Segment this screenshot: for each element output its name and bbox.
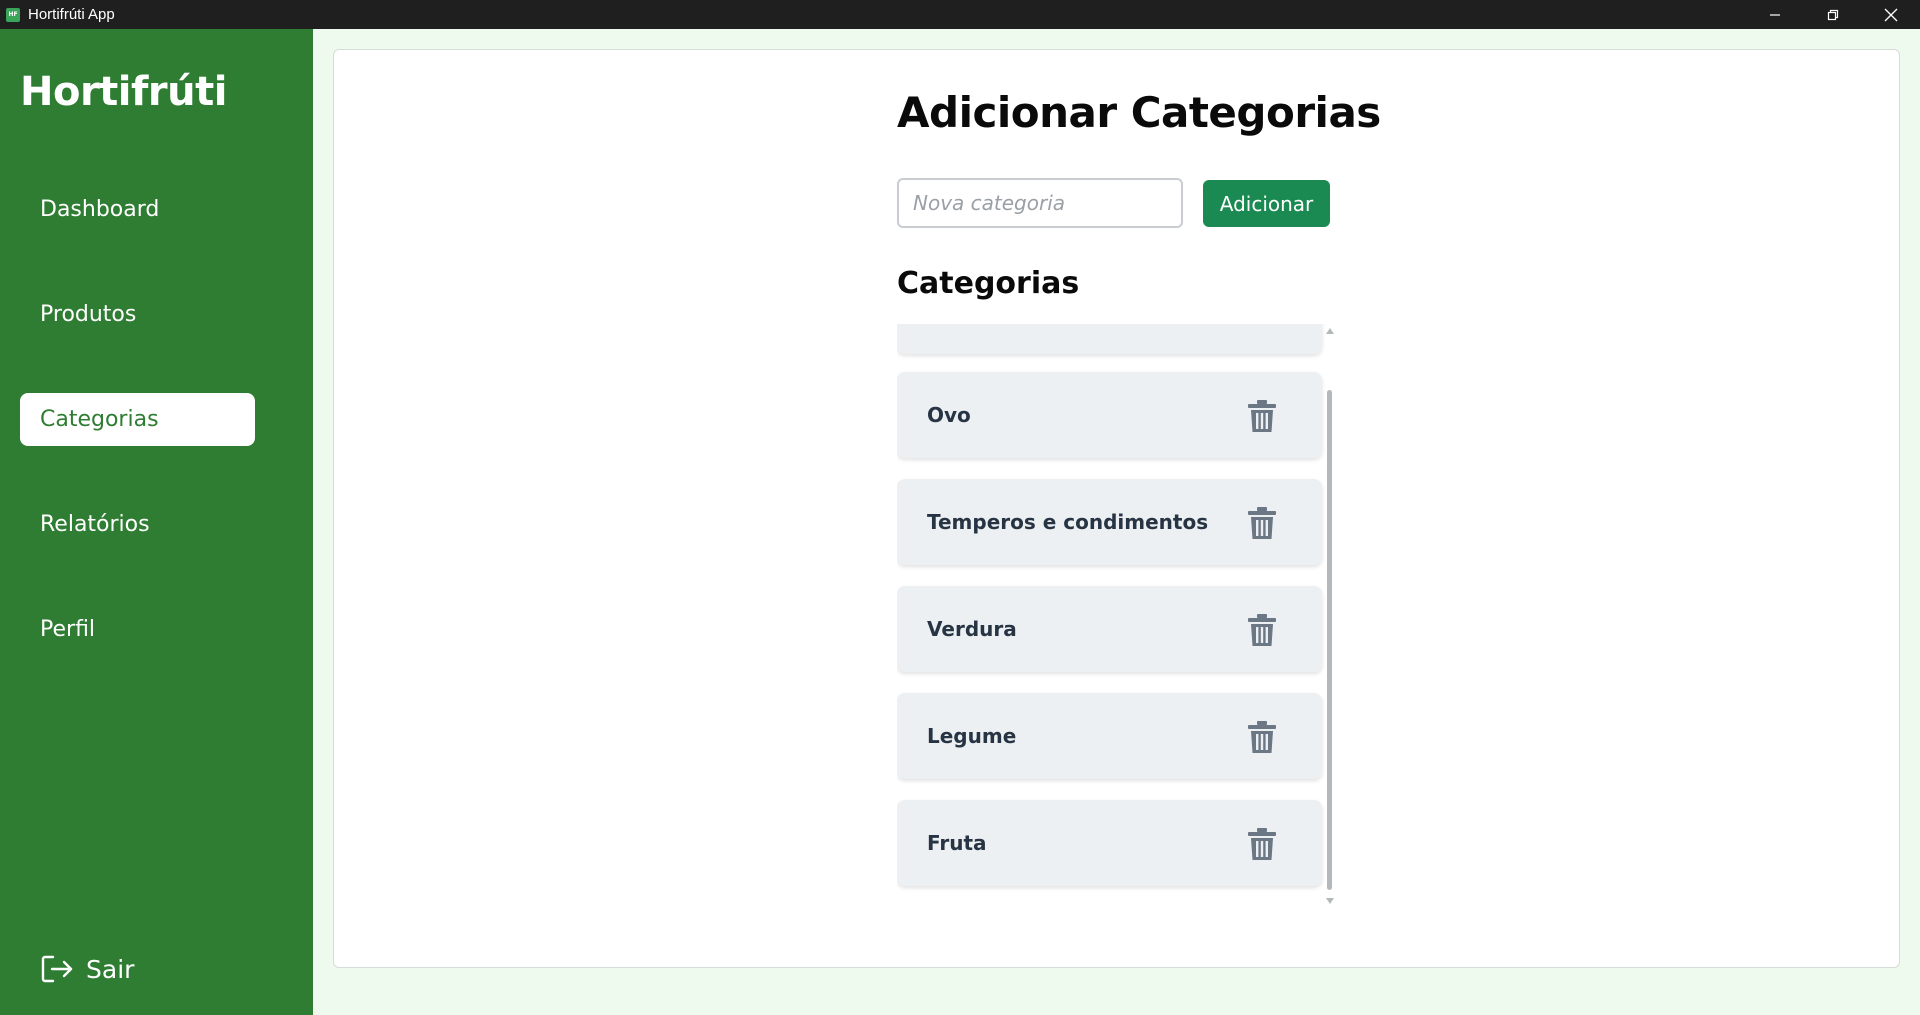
new-category-input[interactable] xyxy=(897,178,1183,228)
trash-icon[interactable] xyxy=(1248,614,1276,646)
add-category-button[interactable]: Adicionar xyxy=(1203,180,1330,227)
brand-title: Hortifrúti xyxy=(20,69,227,115)
category-list[interactable]: Ovo Temperos e condimentos Verdura Legum… xyxy=(897,324,1337,904)
trash-icon[interactable] xyxy=(1248,828,1276,860)
categories-section-title: Categorias xyxy=(897,266,1080,301)
sidebar-item-label: Produtos xyxy=(40,302,137,327)
list-item: Verdura xyxy=(897,586,1322,672)
category-name: Verdura xyxy=(927,617,1017,641)
sidebar-item-label: Categorias xyxy=(40,407,159,432)
app-icon: HF xyxy=(6,7,20,22)
category-name: Fruta xyxy=(927,831,987,855)
trash-icon[interactable] xyxy=(1248,507,1276,539)
trash-icon[interactable] xyxy=(1248,721,1276,753)
category-name: Temperos e condimentos xyxy=(927,510,1209,534)
list-item: Fruta xyxy=(897,800,1322,886)
window-title: Hortifrúti App xyxy=(28,6,115,23)
close-icon[interactable] xyxy=(1862,0,1920,29)
list-item: Legume xyxy=(897,693,1322,779)
sidebar-item-label: Perfil xyxy=(40,617,96,642)
page-title: Adicionar Categorias xyxy=(897,88,1381,137)
trash-icon[interactable] xyxy=(1248,400,1276,432)
sidebar-item-perfil[interactable]: Perfil xyxy=(20,603,255,656)
list-item: Temperos e condimentos xyxy=(897,479,1322,565)
list-item xyxy=(897,324,1322,354)
minimize-icon[interactable] xyxy=(1746,0,1804,29)
scroll-down-arrow-icon[interactable] xyxy=(1325,896,1335,906)
scroll-up-arrow-icon[interactable] xyxy=(1325,326,1335,336)
sidebar-item-label: Dashboard xyxy=(40,197,160,222)
sidebar-item-produtos[interactable]: Produtos xyxy=(20,288,255,341)
logout-label: Sair xyxy=(86,954,135,984)
sidebar: Hortifrúti Dashboard Produtos Categorias… xyxy=(0,29,313,1015)
restore-icon[interactable] xyxy=(1804,0,1862,29)
logout-button[interactable]: Sair xyxy=(40,954,134,984)
sidebar-item-relatorios[interactable]: Relatórios xyxy=(20,498,255,551)
category-name: Ovo xyxy=(927,403,971,427)
sidebar-item-categorias[interactable]: Categorias xyxy=(20,393,255,446)
scrollbar-thumb[interactable] xyxy=(1327,390,1332,890)
sidebar-item-label: Relatórios xyxy=(40,512,150,537)
window-titlebar: HF Hortifrúti App xyxy=(0,0,1920,29)
logout-icon xyxy=(41,955,73,983)
list-item: Ovo xyxy=(897,372,1322,458)
category-name: Legume xyxy=(927,724,1017,748)
sidebar-item-dashboard[interactable]: Dashboard xyxy=(20,183,255,236)
